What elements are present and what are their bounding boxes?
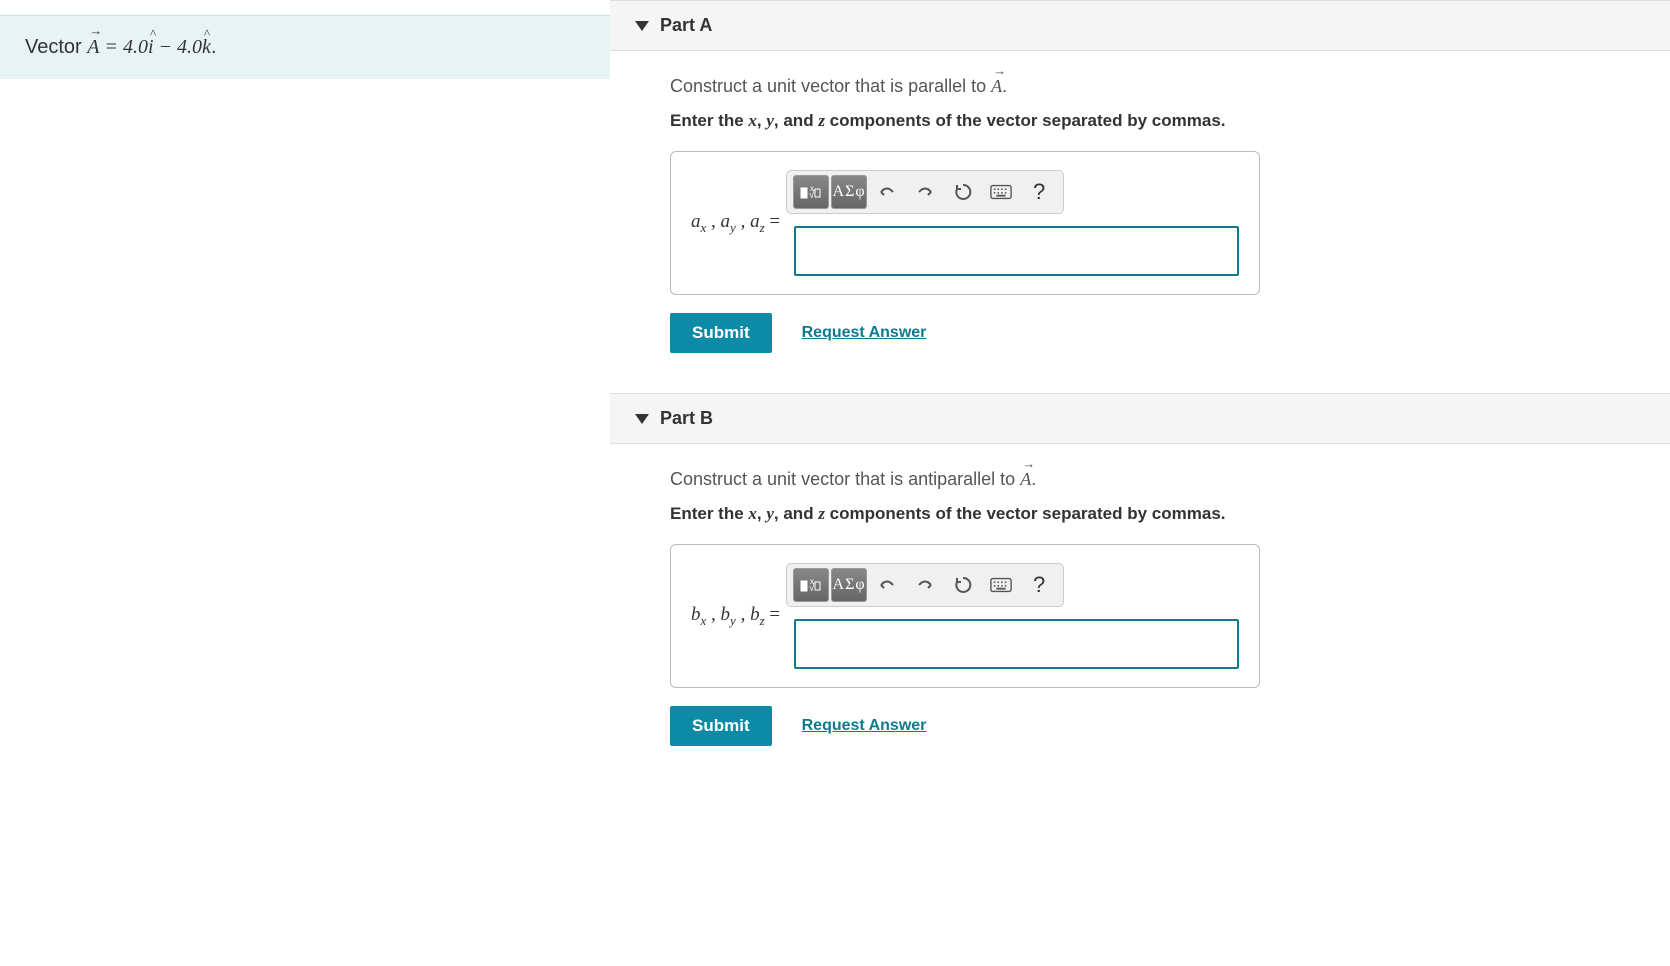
part-b-input[interactable] xyxy=(794,619,1239,669)
part-a-prefix: ax , ay , az = xyxy=(691,211,780,236)
problem-statement: Vector A = 4.0i − 4.0k. xyxy=(0,15,610,79)
part-a-instructions: Enter the x, y, and z components of the … xyxy=(670,111,1650,131)
part-a-body: Construct a unit vector that is parallel… xyxy=(610,51,1670,373)
part-b-actions: Submit Request Answer xyxy=(670,706,1650,746)
part-a-toolbar: x√ ΑΣφ xyxy=(786,170,1064,214)
submit-button[interactable]: Submit xyxy=(670,313,772,353)
part-b-input-area: x√ ΑΣφ xyxy=(794,563,1239,669)
redo-button[interactable] xyxy=(907,568,943,602)
vector-A: A xyxy=(87,36,99,59)
problem-eq1: = 4.0 xyxy=(99,36,148,58)
request-answer-link[interactable]: Request Answer xyxy=(802,717,927,735)
chevron-down-icon xyxy=(635,21,649,31)
part-b-prompt: Construct a unit vector that is antipara… xyxy=(670,469,1650,490)
part-a-header[interactable]: Part A xyxy=(610,0,1670,51)
greek-button[interactable]: ΑΣφ xyxy=(831,175,867,209)
keyboard-button[interactable] xyxy=(983,175,1019,209)
request-answer-link[interactable]: Request Answer xyxy=(802,324,927,342)
part-a-input[interactable] xyxy=(794,226,1239,276)
submit-button[interactable]: Submit xyxy=(670,706,772,746)
undo-button[interactable] xyxy=(869,568,905,602)
part-a-prompt: Construct a unit vector that is parallel… xyxy=(670,76,1650,97)
part-a-section: Part A Construct a unit vector that is p… xyxy=(610,0,1670,373)
reset-button[interactable] xyxy=(945,175,981,209)
part-b-title: Part B xyxy=(660,408,713,429)
part-b-instructions: Enter the x, y, and z components of the … xyxy=(670,504,1650,524)
part-b-body: Construct a unit vector that is antipara… xyxy=(610,444,1670,766)
right-panel: Part A Construct a unit vector that is p… xyxy=(610,0,1670,786)
greek-button[interactable]: ΑΣφ xyxy=(831,568,867,602)
svg-text:√: √ xyxy=(809,582,815,594)
part-a-title: Part A xyxy=(660,15,712,36)
undo-button[interactable] xyxy=(869,175,905,209)
problem-minus: − 4.0 xyxy=(154,36,203,58)
keyboard-button[interactable] xyxy=(983,568,1019,602)
reset-button[interactable] xyxy=(945,568,981,602)
svg-text:√: √ xyxy=(809,189,815,201)
k-hat: k xyxy=(202,36,211,59)
part-b-section: Part B Construct a unit vector that is a… xyxy=(610,393,1670,766)
redo-button[interactable] xyxy=(907,175,943,209)
part-a-input-area: x√ ΑΣφ xyxy=(794,170,1239,276)
problem-period: . xyxy=(211,36,217,58)
help-button[interactable]: ? xyxy=(1021,568,1057,602)
part-a-actions: Submit Request Answer xyxy=(670,313,1650,353)
problem-prefix: Vector xyxy=(25,36,87,58)
template-button[interactable]: x√ xyxy=(793,175,829,209)
vector-A-ref: A xyxy=(991,76,1002,97)
part-a-answer-box: ax , ay , az = x√ ΑΣφ xyxy=(670,151,1260,295)
left-panel: Vector A = 4.0i − 4.0k. xyxy=(0,0,610,786)
part-b-header[interactable]: Part B xyxy=(610,393,1670,444)
part-b-answer-box: bx , by , bz = x√ ΑΣφ xyxy=(670,544,1260,688)
page-container: Vector A = 4.0i − 4.0k. Part A Construct… xyxy=(0,0,1670,786)
template-button[interactable]: x√ xyxy=(793,568,829,602)
help-button[interactable]: ? xyxy=(1021,175,1057,209)
i-hat: i xyxy=(148,36,154,59)
part-b-prefix: bx , by , bz = xyxy=(691,604,780,629)
vector-A-ref: A xyxy=(1020,469,1031,490)
part-b-toolbar: x√ ΑΣφ xyxy=(786,563,1064,607)
chevron-down-icon xyxy=(635,414,649,424)
